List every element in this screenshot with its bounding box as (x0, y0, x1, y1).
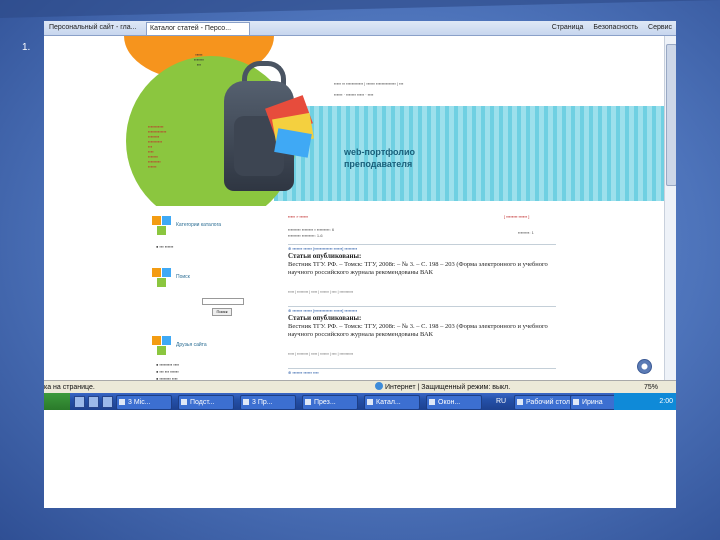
friend-link[interactable]: ● ▪▪▪ ▪▪▪ ▪▪▪▪▪▪ (156, 369, 179, 374)
tools-menu[interactable]: Сервис (648, 24, 672, 31)
feedback-icon[interactable] (637, 359, 652, 374)
cubes-icon (152, 216, 172, 236)
cubes-icon (152, 268, 172, 288)
sidebar-title: Поиск (176, 274, 190, 280)
quicklaunch-icon[interactable] (102, 396, 113, 408)
search-input[interactable] (202, 298, 244, 305)
entry-header[interactable]: ⊕ ▪▪▪▪▪▪▪ ▪▪▪▪▪▪ ▪▪▪▪ (288, 368, 556, 376)
entry-body: Вестник ТГУ. РФ. – Томск: ТГУ, 2008г. – … (288, 323, 548, 338)
site-header: ▪▪▪▪▪ ▪▪ ▪▪▪▪▪▪▪▪▪▪▪▪ | ▪▪▪▪▪▪ ▪▪▪▪▪▪▪▪▪… (44, 36, 664, 206)
entry-title: Статьи опубликованы: (288, 252, 362, 260)
entries-shown: ▪▪▪▪▪▪▪▪▪ ▪▪▪▪▪▪▪▪▪: 1-6 (288, 233, 323, 238)
add-entry-link[interactable]: [ ▪▪▪▪▪▪▪▪ ▪▪▪▪▪▪ ] (504, 214, 529, 219)
header-top-link-1[interactable]: ▪▪▪▪▪ ▪▪ ▪▪▪▪▪▪▪▪▪▪▪▪ | ▪▪▪▪▪▪ ▪▪▪▪▪▪▪▪▪… (334, 81, 403, 86)
site-title-line-1: web-портфолио (344, 147, 415, 157)
taskbar-item-catalog[interactable]: Катал... (364, 395, 420, 410)
start-button[interactable] (44, 393, 70, 410)
browser-tab-1[interactable]: Персональный сайт - гла... (46, 22, 148, 34)
slide-number: 1. (22, 42, 31, 53)
entry-meta: ▪▪▪▪▪ | ▪▪▪▪▪▪▪▪▪ | ▪▪▪▪▪ | ▪▪▪▪▪▪▪ | ▪▪… (288, 352, 354, 356)
browser-tab-bar: Персональный сайт - гла... Каталог стате… (44, 21, 676, 36)
security-zone-label: Интернет | Защищенный режим: выкл. (385, 384, 511, 391)
site-title: web-портфолио преподавателя (344, 146, 415, 170)
header-blob-text: ▪▪▪▪▪ ▪▪▪▪▪▪▪ ▪▪▪ (194, 52, 204, 67)
friend-link[interactable]: ● ▪▪▪▪▪▪▪▪▪ ▪▪▪▪ (156, 362, 179, 367)
browser-tab-2[interactable]: Каталог статей - Персо... (146, 22, 250, 35)
language-indicator[interactable]: RU (496, 395, 506, 408)
page-scrollbar[interactable] (664, 36, 676, 380)
entry-header[interactable]: ⊕ ▪▪▪▪▪▪▪ ▪▪▪▪▪▪ [▪▪▪▪▪▪▪▪▪▪▪▪▪ ▪▪▪▪▪▪] … (288, 244, 556, 252)
header-top-link-2[interactable]: ▪▪▪▪▪▪ · ▪▪▪▪▪▪▪ ▪▪▪▪▪ · ▪▪▪▪ (334, 92, 373, 97)
category-link[interactable]: ● ▪▪▪ ▪▪▪▪▪▪ (156, 244, 173, 249)
browser-toolbar: Страница Безопасность Сервис (544, 22, 672, 34)
taskbar-item-subst[interactable]: Подст... (178, 395, 234, 410)
web-page: ▪▪▪▪▪ ▪▪ ▪▪▪▪▪▪▪▪▪▪▪▪ | ▪▪▪▪▪▪ ▪▪▪▪▪▪▪▪▪… (44, 36, 664, 380)
windows-taskbar: 3 Mic... Подст... 3 Пр... През... Катал.… (44, 393, 676, 410)
system-tray: 2:00 (614, 393, 676, 410)
taskbar-item-window[interactable]: Окон... (426, 395, 482, 410)
site-nav: ▪▪▪▪▪▪▪▪▪▪▪ ▪▪▪▪▪▪▪▪▪▪▪▪▪ ▪▪▪▪▪▪▪▪ ▪▪▪▪▪… (148, 124, 166, 169)
quicklaunch-icon[interactable] (74, 396, 85, 408)
entry-header[interactable]: ⊕ ▪▪▪▪▪▪▪ ▪▪▪▪▪▪ [▪▪▪▪▪▪▪▪▪▪▪▪▪ ▪▪▪▪▪▪] … (288, 306, 556, 314)
entry-body: Вестник ТГУ. РФ. – Томск: ТГУ, 2008г. – … (288, 261, 548, 276)
sidebar-title: Друзья сайта (176, 342, 207, 348)
search-button[interactable]: Поиск (212, 308, 232, 316)
entries-count: ▪▪▪▪▪▪▪▪▪ ▪▪▪▪▪▪▪▪ ▪ ▪▪▪▪▪▪▪▪▪: 6 (288, 227, 335, 232)
breadcrumb[interactable]: ▪▪▪▪▪ » ▪▪▪▪▪▪ (288, 214, 308, 219)
cubes-icon (152, 336, 172, 356)
site-title-line-2: преподавателя (344, 159, 413, 169)
pagination[interactable]: ▪▪▪▪▪▪▪▪: 1 (518, 230, 534, 235)
globe-icon (375, 382, 383, 390)
security-menu[interactable]: Безопасность (593, 24, 638, 31)
nav-link[interactable]: ▪▪▪▪▪▪ (148, 164, 166, 169)
page-menu[interactable]: Страница (552, 24, 584, 31)
header-stripes (274, 106, 664, 201)
taskbar-item-presentation[interactable]: През... (302, 395, 358, 410)
taskbar-item-word[interactable]: 3 Mic... (116, 395, 172, 410)
entry-meta: ▪▪▪▪▪ | ▪▪▪▪▪▪▪▪▪ | ▪▪▪▪▪ | ▪▪▪▪▪▪▪ | ▪▪… (288, 290, 354, 294)
browser-status-bar: ка на странице. Интернет | Защищенный ре… (44, 380, 676, 394)
clock[interactable]: 2:00 (659, 398, 673, 405)
entry-title: Статьи опубликованы: (288, 314, 362, 322)
screenshot-frame: Персональный сайт - гла... Каталог стате… (44, 21, 676, 508)
scrollbar-thumb[interactable] (666, 44, 676, 186)
quicklaunch-icon[interactable] (88, 396, 99, 408)
slide-corner-decoration (0, 0, 720, 18)
sidebar-title: Категории каталога (176, 222, 222, 228)
backpack-illustration (214, 56, 314, 196)
taskbar-item-explorer[interactable]: 3 Пр... (240, 395, 296, 410)
